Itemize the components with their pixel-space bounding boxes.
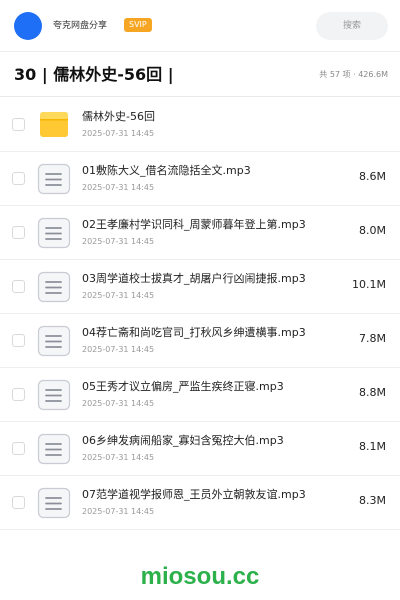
svip-badge: SVIP <box>124 18 152 32</box>
file-row[interactable]: 01敷陈大义_借名流隐括全文.mp3 2025-07-31 14:45 8.6M <box>0 152 400 206</box>
file-row[interactable]: 02王孝廉村学识同科_周蒙师暮年登上第.mp3 2025-07-31 14:45 8… <box>0 206 400 260</box>
file-name: 06乡绅发病闹船家_寡妇含冤控大伯.mp3 <box>82 434 284 447</box>
file-name: 儒林外史-56回 <box>82 110 155 123</box>
row-checkbox[interactable] <box>12 172 25 185</box>
row-checkbox[interactable] <box>12 388 25 401</box>
file-size: 7.8M <box>359 332 386 345</box>
file-name: 04荐亡斋和尚吃官司_打秋风乡绅遭横事.mp3 <box>82 326 306 339</box>
file-row[interactable]: 07范学道视学报师恩_王员外立朝敦友谊.mp3 2025-07-31 14:45 8… <box>0 476 400 530</box>
audio-file-icon <box>37 379 71 411</box>
folder-icon <box>39 110 73 142</box>
file-date: 2025-07-31 14:45 <box>82 507 155 516</box>
file-date: 2025-07-31 14:45 <box>82 237 155 246</box>
top-header: 夸克网盘分享 SVIP 搜索 <box>0 0 400 52</box>
search-button[interactable]: 搜索 <box>316 12 388 40</box>
audio-file-icon <box>37 433 71 465</box>
file-size: 8.3M <box>359 494 386 507</box>
file-name: 05王秀才议立偏房_严监生疾终正寝.mp3 <box>82 380 284 393</box>
row-checkbox[interactable] <box>12 118 25 131</box>
file-size: 8.1M <box>359 440 386 453</box>
row-checkbox[interactable] <box>12 226 25 239</box>
row-checkbox[interactable] <box>12 280 25 293</box>
audio-file-icon <box>37 163 71 195</box>
avatar[interactable] <box>14 12 42 40</box>
audio-file-icon <box>37 271 71 303</box>
audio-file-icon <box>37 325 71 357</box>
audio-file-icon <box>37 217 71 249</box>
row-checkbox[interactable] <box>12 496 25 509</box>
file-row[interactable]: 06乡绅发病闹船家_寡妇含冤控大伯.mp3 2025-07-31 14:45 8.1… <box>0 422 400 476</box>
file-date: 2025-07-31 14:45 <box>82 183 155 192</box>
file-size: 8.8M <box>359 386 386 399</box>
file-name: 02王孝廉村学识同科_周蒙师暮年登上第.mp3 <box>82 218 306 231</box>
file-date: 2025-07-31 14:45 <box>82 399 155 408</box>
file-row[interactable]: 儒林外史-56回 2025-07-31 14:45 <box>0 98 400 152</box>
audio-file-icon <box>37 487 71 519</box>
file-size: 8.6M <box>359 170 386 183</box>
row-checkbox[interactable] <box>12 334 25 347</box>
file-date: 2025-07-31 14:45 <box>82 345 155 354</box>
file-name: 03周学道校士拔真才_胡屠户行凶闹捷报.mp3 <box>82 272 306 285</box>
file-name: 07范学道视学报师恩_王员外立朝敦友谊.mp3 <box>82 488 306 501</box>
row-checkbox[interactable] <box>12 442 25 455</box>
page-title: 30 | 儒林外史-56回 | <box>14 65 174 84</box>
file-row[interactable]: 04荐亡斋和尚吃官司_打秋风乡绅遭横事.mp3 2025-07-31 14:45 7… <box>0 314 400 368</box>
folder-meta: 共 57 项 · 426.6M <box>319 70 388 79</box>
file-size: 10.1M <box>352 278 386 291</box>
folder-title-bar: 30 | 儒林外史-56回 | 共 57 项 · 426.6M <box>0 53 400 97</box>
file-row[interactable]: 05王秀才议立偏房_严监生疾终正寝.mp3 2025-07-31 14:45 8.8… <box>0 368 400 422</box>
file-row[interactable]: 03周学道校士拔真才_胡屠户行凶闹捷报.mp3 2025-07-31 14:45 1… <box>0 260 400 314</box>
username: 夸克网盘分享 <box>53 21 108 31</box>
watermark: miosou.cc <box>140 563 260 590</box>
file-size: 8.0M <box>359 224 386 237</box>
file-date: 2025-07-31 14:45 <box>82 453 155 462</box>
file-name: 01敷陈大义_借名流隐括全文.mp3 <box>82 164 251 177</box>
file-date: 2025-07-31 14:45 <box>82 291 155 300</box>
file-date: 2025-07-31 14:45 <box>82 129 155 138</box>
